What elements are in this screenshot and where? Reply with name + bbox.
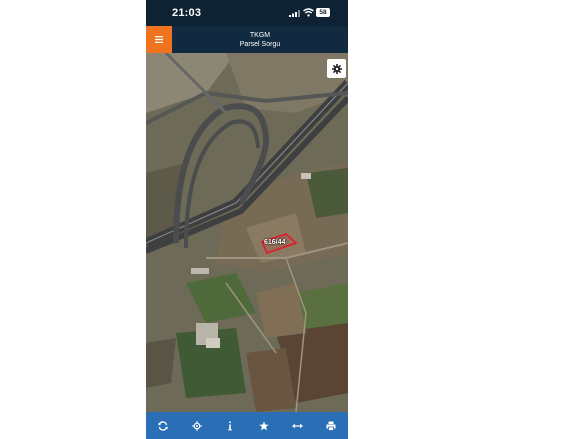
refresh-button[interactable]: [146, 412, 180, 439]
info-button[interactable]: [213, 412, 247, 439]
favorite-button[interactable]: [247, 412, 281, 439]
measure-icon: [292, 423, 304, 428]
hamburger-icon: [155, 36, 163, 43]
gear-icon: [331, 63, 342, 74]
status-time: 21:03: [172, 7, 202, 19]
parcel-number-label: 616/44: [264, 239, 286, 246]
wifi-icon: [303, 8, 314, 17]
print-button[interactable]: [314, 412, 348, 439]
bottom-toolbar: [146, 412, 348, 439]
locate-icon: [191, 420, 202, 431]
phone-screen: 21:03 58 TKGM Parsel Sorgu 616/44: [146, 0, 348, 439]
refresh-icon: [158, 420, 168, 431]
info-icon: [228, 421, 232, 430]
settings-button[interactable]: [327, 59, 346, 78]
app-title: TKGM: [249, 32, 271, 39]
cellular-signal-icon: [289, 10, 300, 17]
status-bar: 21:03 58: [146, 0, 348, 26]
star-icon: [259, 421, 269, 430]
app-subtitle: Parsel Sorgu: [239, 41, 281, 48]
print-icon: [326, 421, 336, 431]
map-imagery: [146, 53, 348, 412]
header-titles: TKGM Parsel Sorgu: [172, 26, 348, 53]
satellite-map[interactable]: 616/44: [146, 53, 348, 412]
battery-icon: 58: [316, 8, 330, 17]
app-header: TKGM Parsel Sorgu: [146, 26, 348, 53]
hamburger-menu-button[interactable]: [146, 26, 172, 53]
locate-button[interactable]: [180, 412, 214, 439]
measure-button[interactable]: [281, 412, 315, 439]
